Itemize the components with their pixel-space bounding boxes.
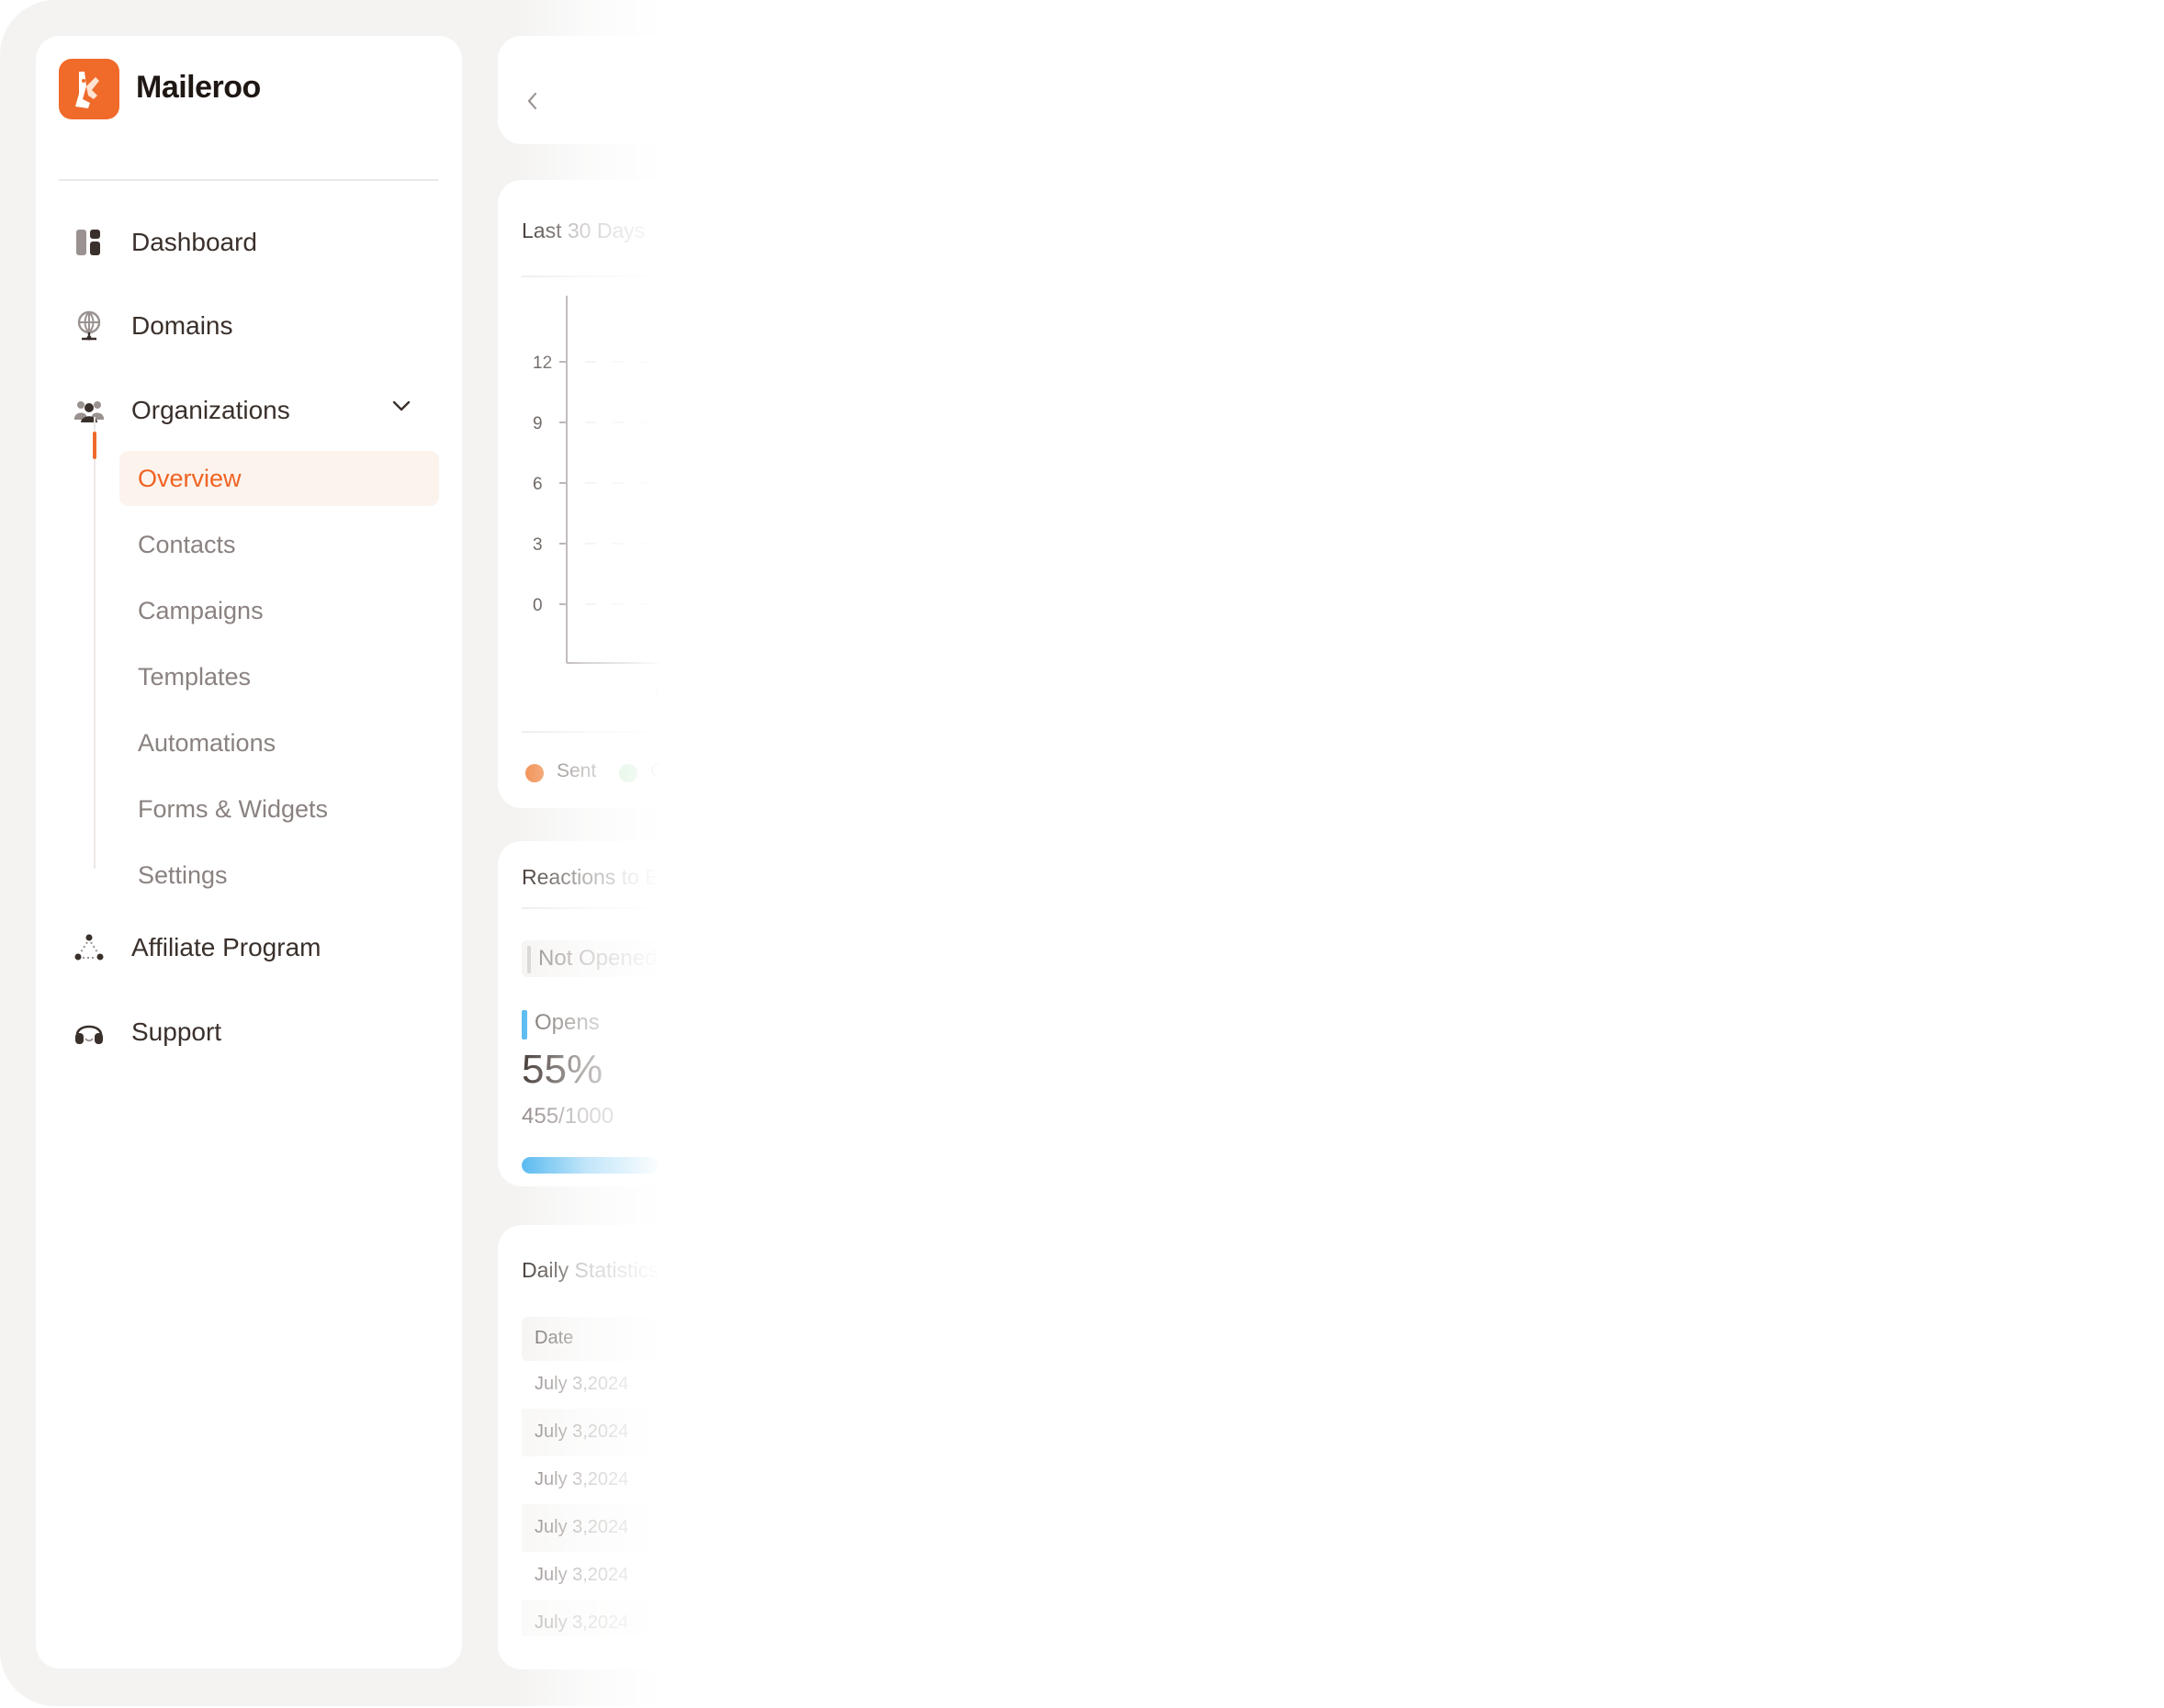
y-tick-label: 3 bbox=[533, 535, 543, 555]
brand-name: Maileroo bbox=[136, 70, 261, 105]
legend-opens-dot bbox=[619, 764, 637, 782]
active-indicator bbox=[93, 432, 96, 459]
blank-area bbox=[735, 0, 2164, 1708]
submenu-item-automations[interactable]: Automations bbox=[119, 715, 439, 770]
submenu-item-overview[interactable]: Overview bbox=[119, 451, 439, 506]
tab-marker bbox=[527, 946, 531, 973]
column-header-date: Date bbox=[535, 1328, 574, 1348]
sidebar-item-label: Dashboard bbox=[131, 228, 257, 256]
headset-icon bbox=[73, 1016, 106, 1049]
dashboard-icon bbox=[73, 226, 106, 259]
reactions-card: Reactions to Emails Not Opened Opens 55%… bbox=[498, 841, 779, 1186]
sidebar-item-label: Domains bbox=[131, 311, 233, 340]
maileroo-logo-icon[interactable] bbox=[59, 59, 119, 119]
tab-label: Not Opened bbox=[538, 946, 658, 971]
opens-percent: 55% bbox=[522, 1047, 603, 1092]
card-title-muted: to Emails bbox=[621, 865, 709, 889]
cell-sent: 1000 bbox=[687, 1469, 728, 1489]
organizations-submenu: Overview Contacts Campaigns Templates Au… bbox=[93, 417, 443, 889]
card-title-muted: Statistics bbox=[574, 1258, 659, 1282]
y-tick-label: 9 bbox=[533, 414, 543, 433]
last-30-days-card: Last 30 Days 12 9 6 3 0 07/02/2 Sent Opens bbox=[498, 180, 779, 808]
sidebar-item-support[interactable]: Support bbox=[73, 1005, 440, 1060]
header-card bbox=[498, 36, 773, 144]
sidebar: Maileroo Dashboard Domains Organizations… bbox=[36, 36, 462, 1669]
daily-statistics-card: Daily Statistics Date Sent July 3,2024 1… bbox=[498, 1225, 797, 1669]
sidebar-item-affiliate-program[interactable]: Affiliate Program bbox=[73, 920, 440, 975]
legend-sent-label: Sent bbox=[557, 760, 597, 781]
cell-sent: 1000 bbox=[687, 1374, 728, 1394]
cell-date: July 3,2024 bbox=[535, 1612, 629, 1633]
globe-icon bbox=[73, 309, 106, 343]
cell-date: July 3,2024 bbox=[535, 1565, 629, 1585]
y-tick-label: 0 bbox=[533, 596, 543, 615]
chevron-left-icon[interactable] bbox=[525, 91, 538, 116]
submenu-item-campaigns[interactable]: Campaigns bbox=[119, 583, 439, 638]
cell-date: July 3,2024 bbox=[535, 1374, 629, 1394]
opens-marker bbox=[522, 1010, 527, 1039]
submenu-item-forms-widgets[interactable]: Forms & Widgets bbox=[119, 781, 439, 837]
sidebar-item-label: Affiliate Program bbox=[131, 933, 321, 961]
opens-progress-fill bbox=[522, 1157, 659, 1174]
sidebar-item-domains[interactable]: Domains bbox=[73, 298, 440, 354]
cell-date: July 3,2024 bbox=[535, 1517, 629, 1537]
cell-date: July 3,2024 bbox=[535, 1421, 629, 1442]
sidebar-item-label: Support bbox=[131, 1017, 222, 1046]
submenu-item-templates[interactable]: Templates bbox=[119, 649, 439, 704]
brand: Maileroo bbox=[59, 59, 438, 181]
cell-date: July 3,2024 bbox=[535, 1469, 629, 1489]
submenu-item-settings[interactable]: Settings bbox=[119, 848, 439, 903]
tab-not-opened[interactable]: Not Opened bbox=[522, 940, 761, 977]
card-title: Reactions to Emails bbox=[522, 865, 708, 890]
submenu-item-contacts[interactable]: Contacts bbox=[119, 517, 439, 572]
share-network-icon bbox=[73, 931, 106, 964]
legend-opens-label: Opens bbox=[650, 760, 707, 781]
cell-sent: 1000 bbox=[687, 1612, 728, 1633]
card-title-dark: Daily bbox=[522, 1258, 569, 1282]
cell-sent: 1000 bbox=[687, 1565, 728, 1585]
y-tick-label: 6 bbox=[533, 475, 543, 494]
submenu-divider bbox=[94, 417, 96, 869]
line-chart: 12 9 6 3 0 07/02/2 bbox=[533, 296, 773, 702]
y-tick-label: 12 bbox=[533, 354, 552, 373]
column-header-sent: Sent bbox=[687, 1328, 726, 1348]
legend-sent-dot bbox=[525, 764, 544, 782]
opens-ratio: 455/1000 bbox=[522, 1104, 614, 1129]
sidebar-item-dashboard[interactable]: Dashboard bbox=[73, 215, 440, 270]
metric-label: Opens bbox=[535, 1010, 600, 1035]
cell-sent: 1000 bbox=[687, 1421, 728, 1442]
card-title-dark: Reactions bbox=[522, 865, 616, 889]
x-tick-label: 07/02/2 bbox=[656, 683, 714, 702]
cell-sent: 1000 bbox=[687, 1517, 728, 1537]
opens-progress-bar bbox=[522, 1157, 770, 1174]
chevron-down-icon[interactable] bbox=[392, 399, 411, 417]
card-title: Daily Statistics bbox=[522, 1258, 659, 1283]
